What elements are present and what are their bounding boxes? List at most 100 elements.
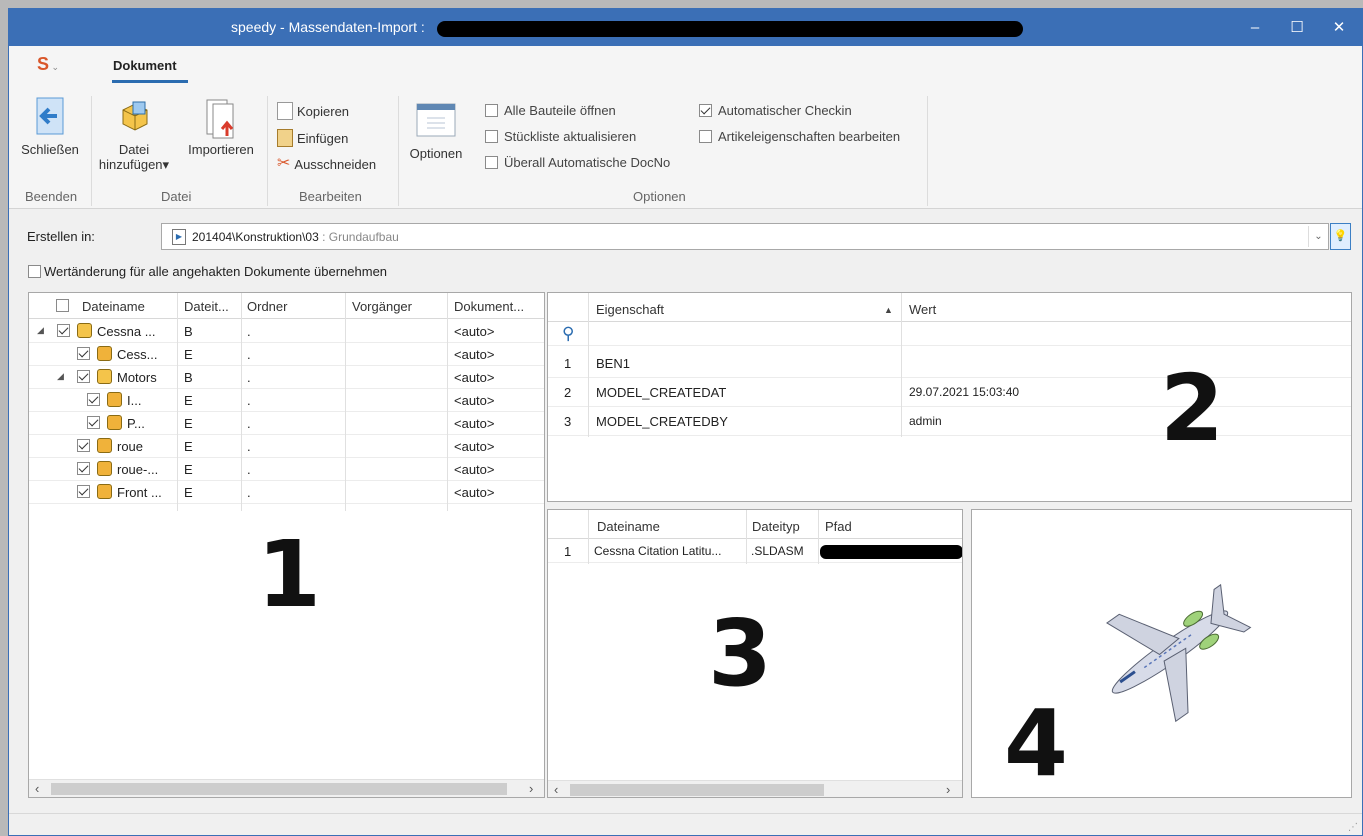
- row-checkbox[interactable]: [57, 324, 70, 337]
- tree-row[interactable]: roue E. <auto>: [29, 435, 544, 458]
- tree-document: <auto>: [454, 462, 495, 477]
- tree-document: <auto>: [454, 324, 495, 339]
- property-row[interactable]: 2 MODEL_CREATEDAT 29.07.2021 15:03:40: [548, 378, 1351, 407]
- scroll-left-icon[interactable]: ‹: [35, 781, 39, 796]
- option-auto-checkin[interactable]: Automatischer Checkin: [699, 103, 852, 118]
- option-label: Überall Automatische DocNo: [504, 155, 671, 170]
- scroll-left-icon[interactable]: ‹: [554, 782, 558, 797]
- copy-button[interactable]: Kopieren: [277, 102, 349, 120]
- tree-filename: Motors: [117, 370, 157, 385]
- sort-ascending-icon[interactable]: ▲: [884, 305, 893, 315]
- tree-row[interactable]: P... E. <auto>: [29, 412, 544, 435]
- paste-button[interactable]: Einfügen: [277, 129, 348, 147]
- column-document[interactable]: Dokument...: [454, 299, 524, 314]
- ribbon-separator: [267, 96, 268, 206]
- property-value[interactable]: 29.07.2021 15:03:40: [909, 385, 1019, 399]
- column-filetype[interactable]: Dateit...: [184, 299, 229, 314]
- option-update-bom[interactable]: Stückliste aktualisieren: [485, 129, 636, 144]
- column-path[interactable]: Pfad: [825, 519, 852, 534]
- row-number: 3: [564, 414, 572, 429]
- ribbon-separator: [398, 96, 399, 206]
- row-checkbox[interactable]: [87, 393, 100, 406]
- row-checkbox[interactable]: [77, 370, 90, 383]
- column-predecessor[interactable]: Vorgänger: [352, 299, 412, 314]
- row-checkbox[interactable]: [77, 462, 90, 475]
- close-button-label: Schließen: [21, 142, 79, 157]
- scroll-right-icon[interactable]: ›: [946, 782, 950, 797]
- column-filename[interactable]: Dateiname: [597, 519, 660, 534]
- part-icon: [97, 461, 112, 476]
- group-label-end: Beenden: [25, 189, 78, 204]
- tree-row[interactable]: ◢ Cessna ... B. <auto>: [29, 320, 544, 343]
- column-value[interactable]: Wert: [909, 302, 936, 317]
- checkbox[interactable]: [28, 265, 41, 278]
- preview-panel: 4: [971, 509, 1352, 798]
- maximize-button[interactable]: ☐: [1274, 9, 1320, 46]
- checkbox[interactable]: [485, 130, 498, 143]
- cut-label: Ausschneiden: [294, 156, 377, 172]
- column-filetype[interactable]: Dateityp: [752, 519, 800, 534]
- grid-line: [447, 293, 448, 511]
- lightbulb-button[interactable]: 💡: [1330, 223, 1351, 250]
- resize-grip-icon[interactable]: ⋰: [1348, 822, 1358, 833]
- option-open-all-parts[interactable]: Alle Bauteile öffnen: [485, 103, 616, 118]
- assembly-icon: [77, 323, 92, 338]
- create-in-path: 201404\Konstruktion\03: [192, 230, 319, 244]
- properties-filter-row[interactable]: ⚲: [548, 323, 1351, 346]
- tree-row[interactable]: ◢ Motors B. <auto>: [29, 366, 544, 389]
- tab-dokument[interactable]: Dokument: [113, 58, 177, 73]
- import-button[interactable]: Importieren: [181, 96, 261, 157]
- apply-to-all-option[interactable]: Wertänderung für alle angehakten Dokumen…: [28, 264, 387, 279]
- create-in-combobox[interactable]: ▶ 201404\Konstruktion\03 : Grundaufbau ⌄: [161, 223, 1329, 250]
- options-button[interactable]: Optionen: [403, 102, 469, 161]
- column-filename[interactable]: Dateiname: [82, 299, 145, 314]
- scroll-right-icon[interactable]: ›: [529, 781, 533, 796]
- tree-row[interactable]: Cess... E. <auto>: [29, 343, 544, 366]
- tree-filetype: E: [184, 439, 193, 454]
- select-all-checkbox[interactable]: [56, 299, 69, 312]
- column-property[interactable]: Eigenschaft: [596, 302, 664, 317]
- minimize-button[interactable]: ‒: [1232, 9, 1278, 46]
- scissors-icon: ✂: [277, 155, 291, 172]
- row-checkbox[interactable]: [77, 485, 90, 498]
- row-checkbox[interactable]: [87, 416, 100, 429]
- row-checkbox[interactable]: [77, 347, 90, 360]
- add-file-button[interactable]: Datei hinzufügen▾: [97, 96, 171, 172]
- property-row[interactable]: 1 BEN1: [548, 349, 1351, 378]
- checkbox-checked[interactable]: [699, 104, 712, 117]
- option-auto-docno[interactable]: Überall Automatische DocNo: [485, 155, 670, 170]
- files-panel: Dateiname Dateityp Pfad 1 Cessna Citation…: [547, 509, 963, 798]
- tree-filename: roue-...: [117, 462, 159, 477]
- import-button-label: Importieren: [188, 142, 254, 157]
- close-window-button[interactable]: ✕: [1316, 9, 1362, 46]
- add-file-label-2: hinzufügen▾: [98, 157, 170, 172]
- property-value[interactable]: admin: [909, 414, 942, 428]
- tree-row[interactable]: I... E. <auto>: [29, 389, 544, 412]
- horizontal-scrollbar[interactable]: ‹ ›: [29, 779, 544, 797]
- group-label-file: Datei: [161, 189, 192, 204]
- option-edit-article-props[interactable]: Artikeleigenschaften bearbeiten: [699, 129, 900, 144]
- grid-line: [588, 510, 589, 564]
- app-menu-button[interactable]: S ⌄: [37, 54, 59, 75]
- window-title: speedy - Massendaten-Import :: [231, 19, 425, 35]
- horizontal-scrollbar[interactable]: ‹ ›: [548, 780, 962, 797]
- scrollbar-thumb[interactable]: [570, 784, 824, 796]
- row-checkbox[interactable]: [77, 439, 90, 452]
- checkbox[interactable]: [485, 156, 498, 169]
- tree-row[interactable]: roue-... E. <auto>: [29, 458, 544, 481]
- property-row[interactable]: 3 MODEL_CREATEDBY admin: [548, 407, 1351, 436]
- tree-expander-icon[interactable]: ◢: [37, 325, 44, 336]
- checkbox[interactable]: [699, 130, 712, 143]
- grid-line: [901, 293, 902, 437]
- apply-to-all-label: Wertänderung für alle angehakten Dokumen…: [44, 264, 388, 279]
- search-icon[interactable]: ⚲: [562, 324, 574, 344]
- close-button[interactable]: Schließen: [19, 96, 81, 157]
- scrollbar-thumb[interactable]: [51, 783, 507, 795]
- cut-button[interactable]: ✂ Ausschneiden: [277, 156, 376, 172]
- redacted-path: [820, 545, 962, 559]
- column-folder[interactable]: Ordner: [247, 299, 287, 314]
- tree-row[interactable]: Front ... E. <auto>: [29, 481, 544, 504]
- checkbox[interactable]: [485, 104, 498, 117]
- tree-expander-icon[interactable]: ◢: [57, 371, 64, 382]
- chevron-down-icon[interactable]: ⌄: [1308, 226, 1328, 247]
